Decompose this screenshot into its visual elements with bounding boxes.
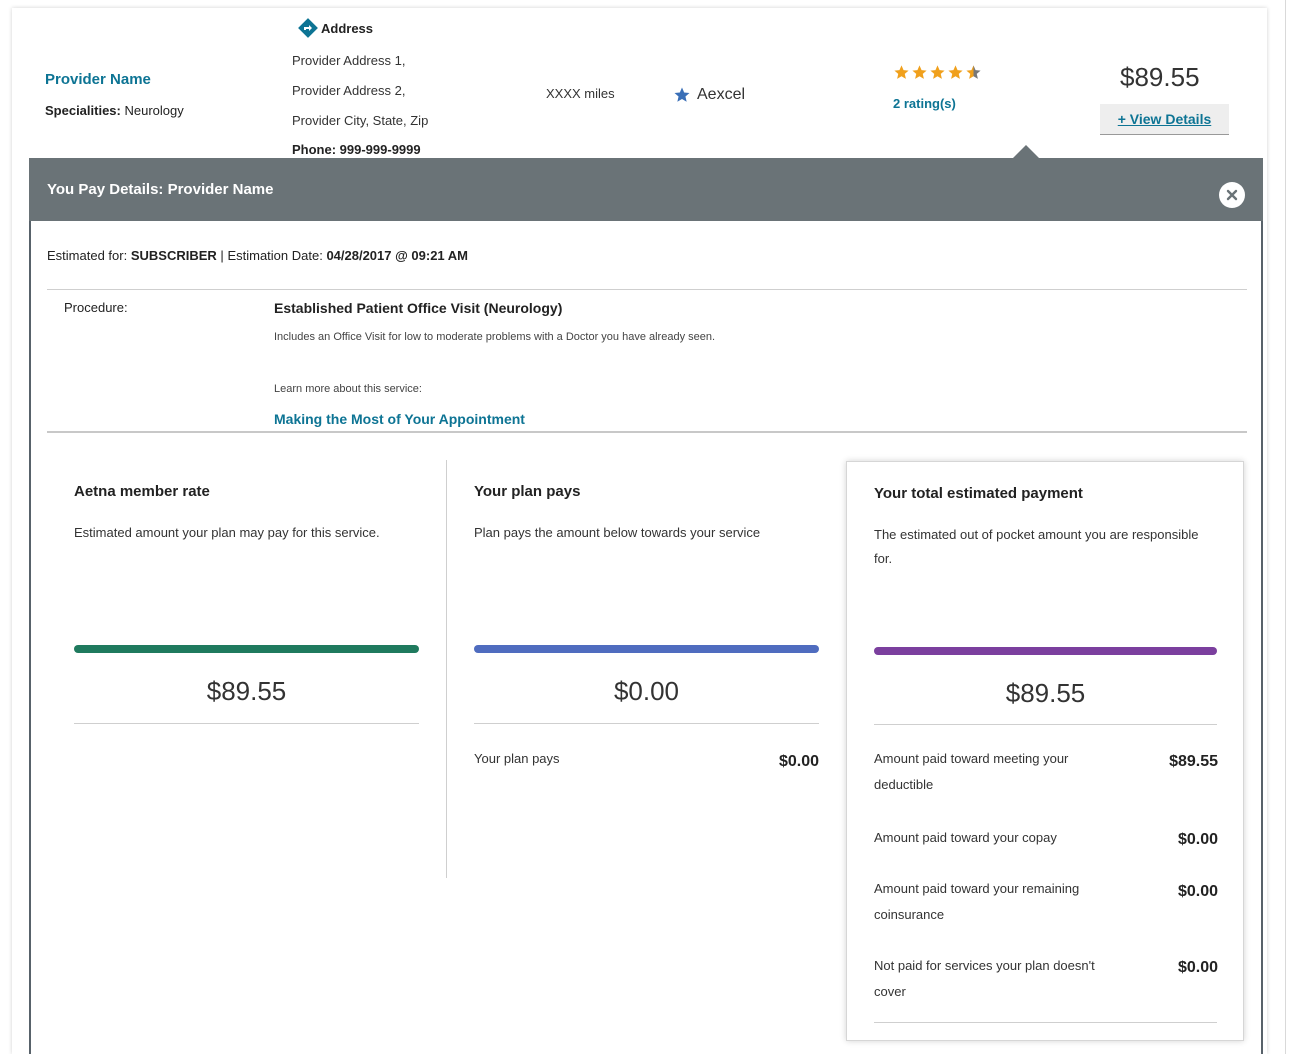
plan-pays-title: Your plan pays <box>474 483 581 500</box>
specialty-label: Specialities: <box>45 103 121 118</box>
learn-more-label: Learn more about this service: <box>274 383 422 395</box>
estimation-date-label: Estimation Date: <box>227 248 323 263</box>
coinsurance-label: Amount paid toward your remaining coinsu… <box>874 881 1080 922</box>
provider-distance: XXXX miles <box>546 86 615 101</box>
panel-title: You Pay Details: Provider Name <box>47 181 274 198</box>
divider <box>874 724 1217 725</box>
procedure-name: Established Patient Office Visit (Neurol… <box>274 300 563 316</box>
rating-count-link[interactable]: 2 rating(s) <box>893 96 956 111</box>
address-heading-label: Address <box>321 20 374 36</box>
network-badge: Aexcel <box>673 86 745 104</box>
appointment-guide-link[interactable]: Making the Most of Your Appointment <box>274 411 525 427</box>
network-label: Aexcel <box>697 86 746 103</box>
view-details-button[interactable]: + View Details <box>1100 104 1229 135</box>
star-icon <box>930 65 945 79</box>
not-covered-label: Not paid for services your plan doesn't … <box>874 958 1095 999</box>
plan-pays-bar <box>474 645 819 653</box>
copay-label: Amount paid toward your copay <box>874 830 1057 845</box>
column-divider <box>446 460 447 878</box>
estimation-info: Estimated for: SUBSCRIBER | Estimation D… <box>47 248 468 263</box>
address-line-1: Provider Address 1, <box>292 53 406 68</box>
address-heading: Address <box>298 18 373 38</box>
rating-stars <box>893 64 982 81</box>
provider-name-link[interactable]: Provider Name <box>45 71 151 88</box>
member-rate-bar <box>74 645 419 653</box>
half-star-icon <box>966 65 981 79</box>
coinsurance-value: $0.00 <box>1177 883 1218 900</box>
divider <box>47 289 1247 290</box>
provider-price: $89.55 <box>1120 62 1200 92</box>
separator: | <box>220 248 224 263</box>
star-icon <box>894 65 909 79</box>
total-payment-amount: $89.55 <box>1005 678 1086 708</box>
divider <box>474 723 819 724</box>
total-payment-description: The estimated out of pocket amount you a… <box>874 527 1199 566</box>
total-payment-bar <box>874 647 1217 655</box>
plan-pays-row-value: $0.00 <box>778 753 819 770</box>
estimated-for-value: SUBSCRIBER <box>130 248 217 263</box>
deductible-label: Amount paid toward meeting your deductib… <box>874 751 1069 792</box>
specialty-value: Neurology <box>124 103 184 118</box>
divider <box>74 723 419 724</box>
estimated-for-label: Estimated for: <box>47 248 128 263</box>
member-rate-title: Aetna member rate <box>74 483 210 500</box>
procedure-description: Includes an Office Visit for low to mode… <box>274 331 716 343</box>
plan-pays-amount: $0.00 <box>613 676 680 706</box>
estimation-date-value: 04/28/2017 @ 09:21 AM <box>326 248 468 263</box>
panel-pointer <box>1013 145 1039 158</box>
divider <box>47 431 1247 433</box>
address-city-state-zip: Provider City, State, Zip <box>292 113 429 128</box>
provider-specialty: Specialities: Neurology <box>45 103 184 118</box>
divider <box>874 1022 1217 1023</box>
star-icon <box>912 65 927 79</box>
plan-pays-description: Plan pays the amount below towards your … <box>474 525 761 540</box>
network-star-icon <box>674 87 690 102</box>
star-icon <box>948 65 963 79</box>
address-line-2: Provider Address 2, <box>292 83 406 98</box>
member-rate-amount: $89.55 <box>206 676 287 706</box>
plan-pays-row-label: Your plan pays <box>474 751 560 766</box>
procedure-label: Procedure: <box>64 300 128 315</box>
deductible-value: $89.55 <box>1169 753 1218 770</box>
member-rate-description: Estimated amount your plan may pay for t… <box>74 525 380 540</box>
directions-icon <box>298 18 318 38</box>
not-covered-value: $0.00 <box>1177 959 1218 976</box>
copay-value: $0.00 <box>1177 831 1218 848</box>
page-divider <box>1285 0 1286 1054</box>
provider-phone: Phone: 999-999-9999 <box>292 142 421 157</box>
total-payment-title: Your total estimated payment <box>874 485 1083 502</box>
close-button[interactable] <box>1219 182 1245 208</box>
close-icon <box>1226 189 1238 201</box>
